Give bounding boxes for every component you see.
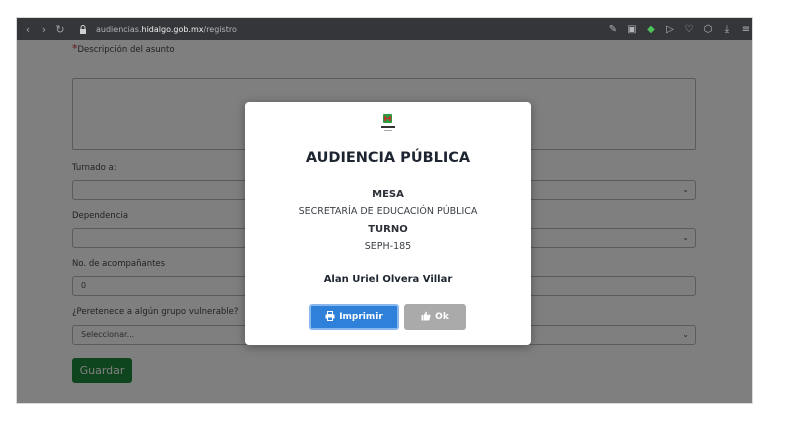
thumbs-up-icon <box>421 311 431 324</box>
browser-toolbar: ‹ › ↻ audiencias.hidalgo.gob.mx/registro… <box>17 18 752 40</box>
camera-icon[interactable]: ▣ <box>626 24 638 35</box>
turno-label: TURNO <box>368 224 408 235</box>
lock-icon[interactable] <box>78 24 88 34</box>
send-icon[interactable]: ▷ <box>664 24 676 35</box>
heart-icon[interactable]: ♡ <box>683 24 695 35</box>
mesa-label: MESA <box>372 189 404 200</box>
modal-title: AUDIENCIA PÚBLICA <box>305 150 471 166</box>
edit-icon[interactable]: ✎ <box>607 24 619 35</box>
forward-icon[interactable]: › <box>36 23 52 36</box>
address-bar[interactable]: audiencias.hidalgo.gob.mx/registro <box>96 25 237 34</box>
menu-icon[interactable]: ≡ <box>740 24 752 35</box>
printer-icon <box>325 310 335 324</box>
turno-value: SEPH-185 <box>364 241 412 252</box>
ok-button[interactable]: Ok <box>404 304 466 330</box>
url-path: /registro <box>203 24 237 34</box>
hidalgo-logo-icon <box>378 113 398 133</box>
ok-button-label: Ok <box>435 312 449 322</box>
extension-icons: ✎ ▣ ◆ ▷ ♡ ⬡ ⤓ ≡ <box>607 18 752 40</box>
url-prefix: audiencias. <box>96 24 142 34</box>
person-name: Alan Uriel Olvera Villar <box>323 274 453 285</box>
shield-check-icon[interactable]: ◆ <box>645 24 657 35</box>
extension-icon[interactable]: ⬡ <box>702 24 714 35</box>
print-button[interactable]: Imprimir <box>309 304 399 330</box>
url-domain: hidalgo.gob.mx <box>141 24 204 34</box>
back-icon[interactable]: ‹ <box>20 23 36 36</box>
print-button-label: Imprimir <box>339 312 383 322</box>
browser-window: ‹ › ↻ audiencias.hidalgo.gob.mx/registro… <box>16 17 753 404</box>
audiencia-modal: AUDIENCIA PÚBLICA MESA SECRETARÍA DE EDU… <box>245 102 531 345</box>
download-icon[interactable]: ⤓ <box>721 24 733 35</box>
reload-icon[interactable]: ↻ <box>52 23 68 36</box>
mesa-value: SECRETARÍA DE EDUCACIÓN PÚBLICA <box>298 206 478 217</box>
